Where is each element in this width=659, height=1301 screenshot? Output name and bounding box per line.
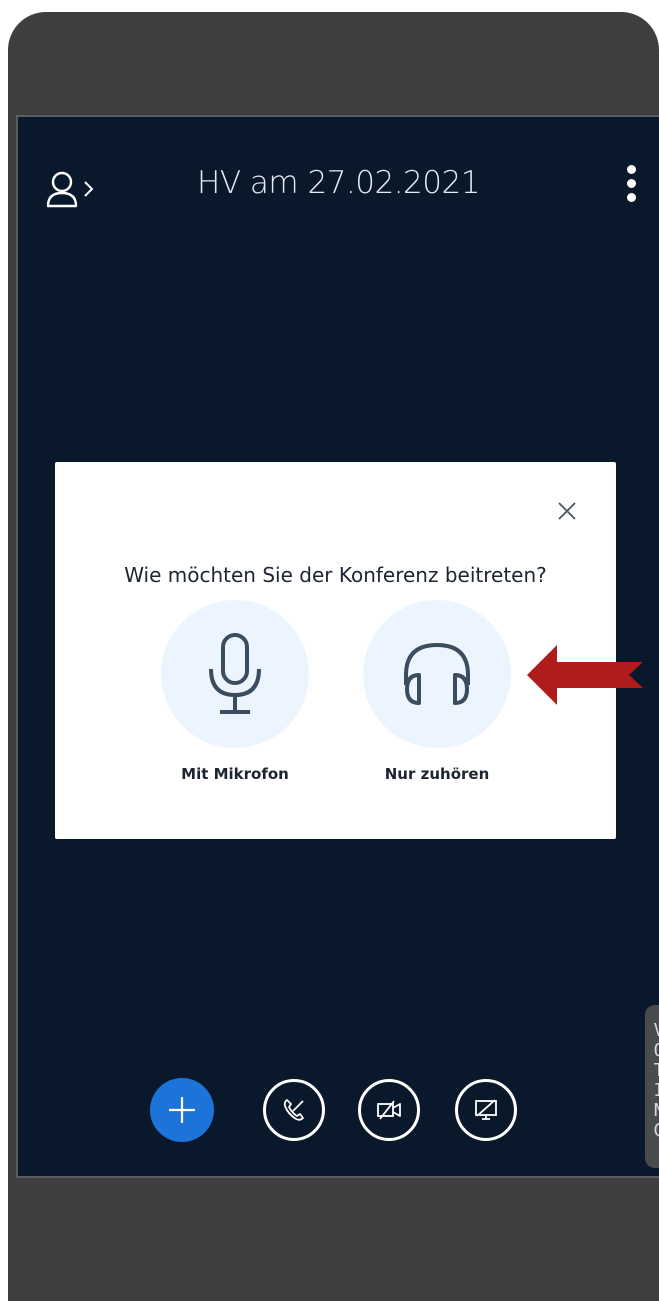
- close-button[interactable]: [556, 500, 578, 522]
- video-toggle-button[interactable]: [358, 1079, 420, 1141]
- voting-tab[interactable]: V O T I N G: [645, 1005, 659, 1168]
- microphone-option-circle: [161, 600, 309, 748]
- microphone-icon: [209, 633, 261, 714]
- voting-letter: O: [645, 1041, 659, 1061]
- screen-share-off-icon: [475, 1099, 497, 1120]
- audio-toggle-button[interactable]: [263, 1079, 325, 1141]
- join-with-microphone-option[interactable]: Mit Mikrofon: [155, 600, 315, 783]
- add-button[interactable]: [150, 1078, 214, 1142]
- kebab-dot: [626, 165, 636, 174]
- phone-off-icon: [283, 1099, 304, 1121]
- kebab-dot: [626, 179, 636, 188]
- plus-icon: [169, 1097, 195, 1123]
- page-title: HV am 27.02.2021: [197, 165, 480, 201]
- share-screen-button[interactable]: [455, 1079, 517, 1141]
- voting-letter: I: [645, 1081, 659, 1101]
- dialog-question: Wie möchten Sie der Konferenz beitreten?: [124, 563, 547, 587]
- more-menu-button[interactable]: [623, 165, 639, 205]
- listen-only-option[interactable]: Nur zuhören: [357, 600, 517, 783]
- close-icon: [558, 502, 576, 520]
- voting-letter: V: [645, 1021, 659, 1041]
- annotation-arrow-icon: [527, 645, 643, 705]
- video-off-icon: [377, 1100, 401, 1120]
- headphones-icon: [404, 642, 470, 705]
- option-label: Nur zuhören: [384, 765, 490, 783]
- voting-letter: G: [645, 1121, 659, 1141]
- voting-letter: T: [645, 1061, 659, 1081]
- voting-letter: N: [645, 1101, 659, 1121]
- headphones-option-circle: [363, 600, 511, 748]
- option-label: Mit Mikrofon: [181, 765, 289, 783]
- kebab-dot: [626, 193, 636, 202]
